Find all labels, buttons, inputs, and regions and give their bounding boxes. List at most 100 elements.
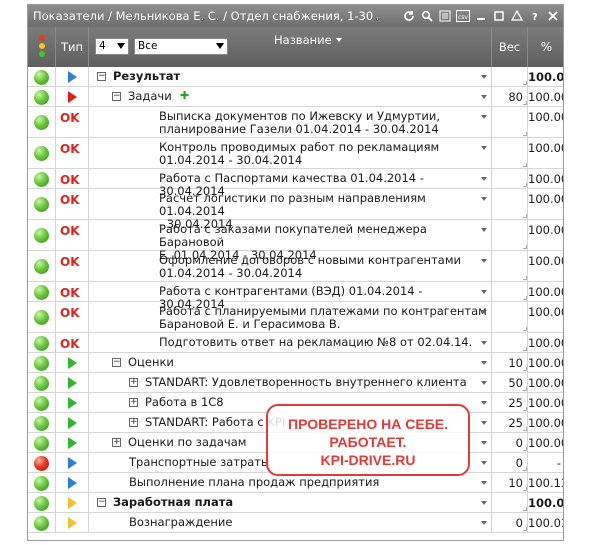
row-menu-chevron-icon[interactable] bbox=[481, 95, 487, 99]
expand-icon[interactable]: + bbox=[129, 418, 138, 427]
name-cell[interactable]: Работа с контрагентами (ВЭД) 01.04.2014 … bbox=[89, 282, 492, 311]
status-cell bbox=[28, 353, 56, 372]
sort-arrow-icon[interactable] bbox=[336, 38, 342, 42]
print-icon[interactable] bbox=[509, 8, 525, 24]
status-cell bbox=[28, 87, 56, 106]
ok-label: OK bbox=[60, 193, 80, 207]
collapse-icon[interactable]: − bbox=[97, 72, 106, 81]
type-cell bbox=[56, 453, 89, 472]
green-status-icon bbox=[34, 516, 49, 531]
header-type[interactable]: Тип bbox=[56, 27, 89, 67]
row-name-text: STANDART: Удовлетворенность внутреннего … bbox=[145, 376, 467, 389]
minimize-icon[interactable] bbox=[473, 8, 489, 24]
name-cell[interactable]: + STANDART: Удовлетворенность внутреннего… bbox=[89, 373, 492, 392]
csv-icon[interactable]: csv bbox=[455, 8, 471, 24]
collapse-icon[interactable]: − bbox=[112, 92, 121, 101]
row-menu-chevron-icon[interactable] bbox=[481, 310, 487, 314]
table-row[interactable]: −Результат 100.01 bbox=[28, 67, 563, 87]
chevron-down-icon bbox=[117, 43, 125, 49]
close-icon[interactable] bbox=[545, 8, 561, 24]
table-row[interactable]: OK Выписка документов по Ижевску и Удмурт… bbox=[28, 107, 563, 138]
expand-icon[interactable]: + bbox=[112, 438, 121, 447]
collapse-icon[interactable]: − bbox=[97, 498, 106, 507]
header-percent[interactable]: % bbox=[528, 27, 563, 67]
name-cell[interactable]: Расчет логистики по разным направлениям … bbox=[89, 189, 492, 231]
table-row[interactable]: −Заработная плата 100.01 bbox=[28, 493, 563, 513]
table-row[interactable]: + STANDART: Удовлетворенность внутреннего… bbox=[28, 373, 563, 393]
table-row[interactable]: Выполнение плана продаж предприятия 10 100… bbox=[28, 473, 563, 493]
refresh-icon[interactable] bbox=[401, 8, 417, 24]
list-icon[interactable] bbox=[437, 8, 453, 24]
help-icon[interactable]: ? bbox=[527, 8, 543, 24]
filter-select[interactable]: Все bbox=[134, 38, 228, 55]
table-row[interactable]: OK Контроль проводимых работ по рекламаци… bbox=[28, 138, 563, 169]
row-menu-chevron-icon[interactable] bbox=[481, 381, 487, 385]
row-menu-chevron-icon[interactable] bbox=[481, 461, 487, 465]
table-row[interactable]: OK Работа с планируемыми платежами по кон… bbox=[28, 302, 563, 333]
row-name-text: Оценки bbox=[128, 356, 174, 369]
type-blue-triangle-icon bbox=[68, 457, 77, 469]
row-menu-chevron-icon[interactable] bbox=[481, 75, 487, 79]
type-cell bbox=[56, 67, 89, 86]
header-name-label[interactable]: Название bbox=[274, 33, 332, 47]
row-menu-chevron-icon[interactable] bbox=[481, 290, 487, 294]
expand-icon[interactable]: + bbox=[129, 398, 138, 407]
add-icon[interactable]: ✚ bbox=[180, 89, 189, 102]
row-menu-chevron-icon[interactable] bbox=[481, 259, 487, 263]
table-row[interactable]: OK Работа с заказами покупателей менеджер… bbox=[28, 220, 563, 262]
row-menu-chevron-icon[interactable] bbox=[481, 481, 487, 485]
name-cell[interactable]: Подготовить ответ на рекламацию №8 от 02… bbox=[89, 333, 492, 352]
type-cell: OK bbox=[56, 251, 89, 281]
table-row[interactable]: OK Работа с контрагентами (ВЭД) 01.04.201… bbox=[28, 282, 563, 311]
percent-cell: 100.00 bbox=[528, 251, 563, 281]
name-cell[interactable]: Контроль проводимых работ по рекламациям… bbox=[89, 138, 492, 168]
table-row[interactable]: OK Оформление договоров с новыми контраге… bbox=[28, 251, 563, 282]
name-cell[interactable]: Выписка документов по Ижевску и Удмуртии… bbox=[89, 107, 492, 137]
name-cell[interactable]: Оформление договоров с новыми контрагент… bbox=[89, 251, 492, 281]
percent-cell: 100.00 bbox=[528, 107, 563, 137]
row-menu-chevron-icon[interactable] bbox=[481, 361, 487, 365]
status-cell bbox=[28, 67, 56, 86]
row-menu-chevron-icon[interactable] bbox=[481, 115, 487, 119]
table-row[interactable]: OK Подготовить ответ на рекламацию №8 от … bbox=[28, 333, 563, 353]
expand-icon[interactable]: + bbox=[129, 378, 138, 387]
header-weight[interactable]: Вес bbox=[492, 27, 528, 67]
name-cell[interactable]: − Задачи ✚ bbox=[89, 87, 492, 106]
maximize-icon[interactable] bbox=[491, 8, 507, 24]
row-menu-chevron-icon[interactable] bbox=[481, 146, 487, 150]
name-cell[interactable]: Работа с заказами покупателей менеджера … bbox=[89, 220, 492, 262]
ok-label: OK bbox=[60, 173, 80, 187]
name-cell[interactable]: Работа с Паспортами качества 01.04.2014 … bbox=[89, 169, 492, 198]
row-name: Оценки bbox=[128, 355, 174, 369]
row-menu-chevron-icon[interactable] bbox=[481, 441, 487, 445]
level-select[interactable]: 4 bbox=[95, 38, 129, 55]
table-row[interactable]: Вознаграждение0100.01 bbox=[28, 513, 563, 533]
row-menu-chevron-icon[interactable] bbox=[481, 421, 487, 425]
row-menu-chevron-icon[interactable] bbox=[481, 501, 487, 505]
table-row[interactable]: OK Расчет логистики по разным направления… bbox=[28, 189, 563, 231]
table-row[interactable]: −Оценки10100.00 bbox=[28, 353, 563, 373]
green-status-icon bbox=[34, 496, 49, 511]
table-row[interactable]: −Задачи✚80100.00 bbox=[28, 87, 563, 107]
table-row[interactable]: OK Работа с Паспортами качества 01.04.201… bbox=[28, 169, 563, 198]
name-cell[interactable]: − Оценки bbox=[89, 353, 492, 372]
percent-cell: 100.00 bbox=[528, 302, 563, 332]
name-cell[interactable]: Вознаграждение bbox=[89, 513, 492, 532]
name-cell[interactable]: − Заработная плата bbox=[89, 493, 492, 512]
status-cell bbox=[28, 107, 56, 137]
row-menu-chevron-icon[interactable] bbox=[481, 197, 487, 201]
collapse-icon[interactable]: − bbox=[112, 358, 121, 367]
row-menu-chevron-icon[interactable] bbox=[481, 401, 487, 405]
search-icon[interactable] bbox=[419, 8, 435, 24]
row-menu-chevron-icon[interactable] bbox=[481, 341, 487, 345]
row-menu-chevron-icon[interactable] bbox=[481, 521, 487, 525]
row-name-text: Оценки по задачам bbox=[128, 436, 246, 449]
percent-cell: 100.13 bbox=[528, 473, 563, 492]
resize-corner-icon bbox=[523, 527, 527, 531]
name-cell[interactable]: Работа с планируемыми платежами по контр… bbox=[89, 302, 492, 332]
row-menu-chevron-icon[interactable] bbox=[481, 177, 487, 181]
row-name: Подготовить ответ на рекламацию №8 от 02… bbox=[159, 335, 473, 349]
row-menu-chevron-icon[interactable] bbox=[481, 228, 487, 232]
name-cell[interactable]: − Результат bbox=[89, 67, 492, 86]
percent-cell: 100.00 bbox=[528, 333, 563, 352]
